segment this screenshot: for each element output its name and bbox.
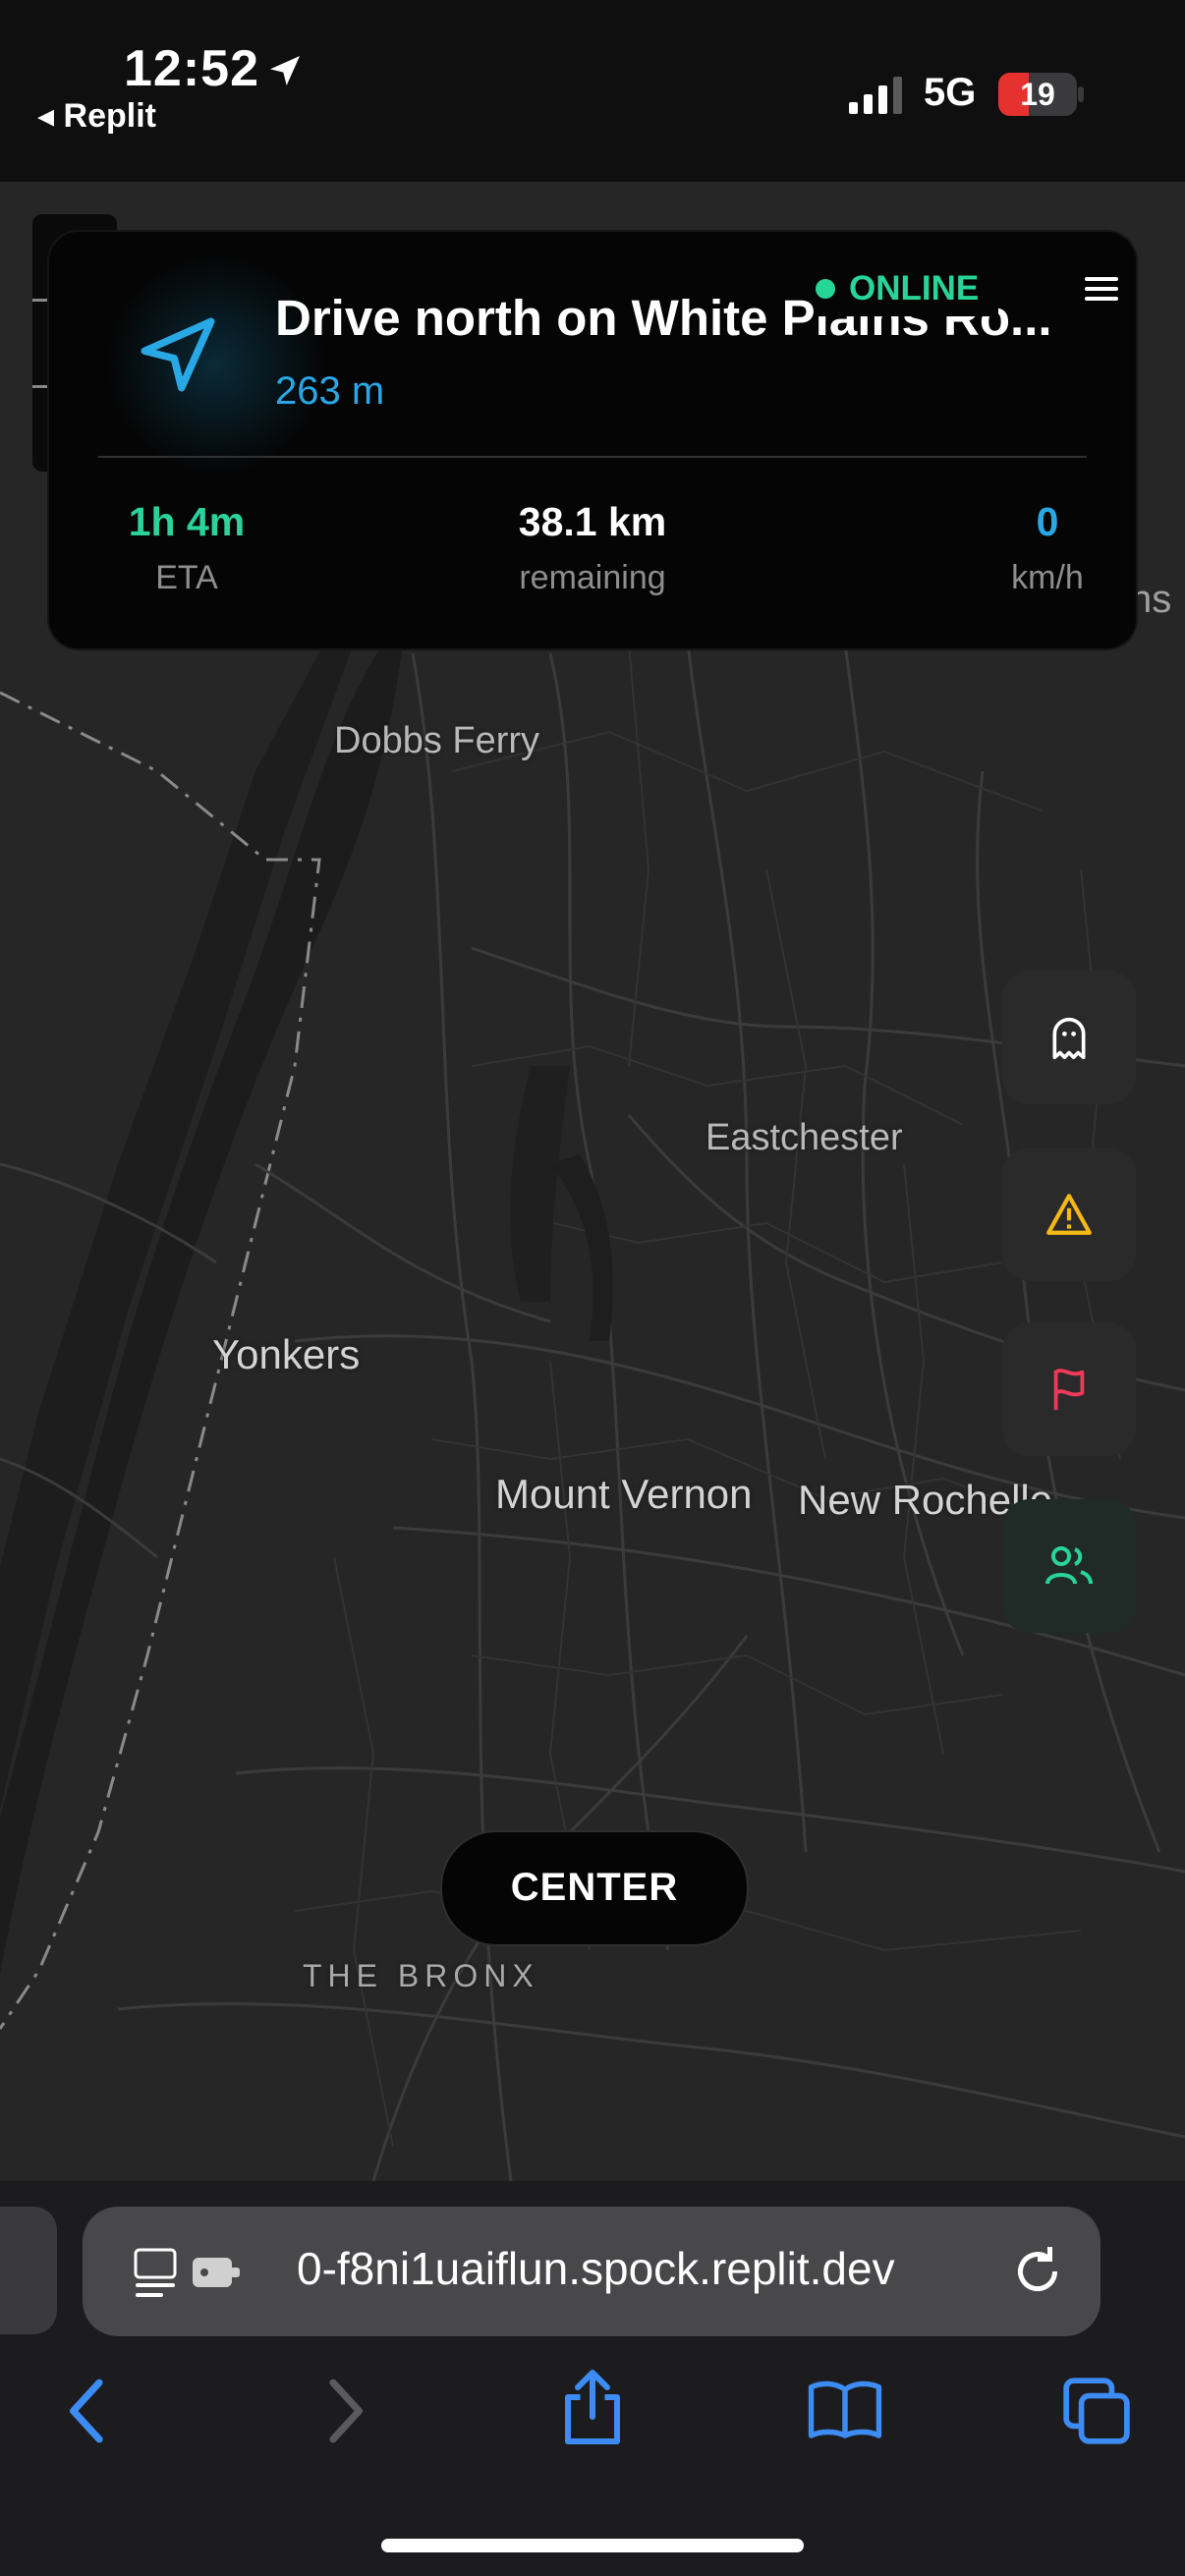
stat-remaining: 38.1 km remaining — [445, 499, 740, 597]
location-arrow-icon — [270, 56, 300, 85]
place-label-yonkers: Yonkers — [212, 1331, 361, 1377]
back-icon[interactable] — [63, 2376, 112, 2446]
battery-indicator: 19 — [998, 73, 1077, 116]
center-map-button[interactable]: CENTER — [440, 1830, 749, 1946]
previous-tab-preview[interactable] — [0, 2207, 57, 2334]
address-bar[interactable]: 0-f8ni1uaiflun.spock.replit.dev — [83, 2207, 1100, 2336]
back-to-app-link[interactable]: ◂ Replit — [37, 96, 156, 136]
place-label-eastchester: Eastchester — [705, 1117, 903, 1158]
tabs-icon[interactable] — [1061, 2376, 1132, 2446]
stat-speed-label: km/h — [1011, 559, 1084, 596]
menu-icon[interactable] — [1073, 261, 1128, 316]
zoom-divider — [32, 385, 50, 388]
place-label-dobbs-ferry: Dobbs Ferry — [334, 720, 540, 761]
ghost-mode-button[interactable] — [1002, 971, 1136, 1104]
stat-speed-value: 0 — [1036, 499, 1059, 544]
place-label-mount-vernon: Mount Vernon — [495, 1471, 753, 1517]
flag-icon — [1053, 1369, 1085, 1411]
report-hazard-button[interactable] — [1002, 1148, 1136, 1281]
forward-icon[interactable] — [320, 2376, 369, 2446]
flag-button[interactable] — [1002, 1322, 1136, 1456]
ghost-icon — [1052, 1017, 1086, 1059]
users-button[interactable] — [1002, 1499, 1136, 1633]
stat-remaining-value: 38.1 km — [518, 499, 667, 544]
navigation-card: Drive north on White Plains Ro... 263 m … — [49, 232, 1136, 648]
place-label-partial: ns — [1130, 578, 1172, 621]
warning-icon — [1046, 1194, 1092, 1235]
stat-remaining-label: remaining — [519, 559, 666, 596]
turn-distance: 263 m — [275, 369, 385, 413]
status-bar: 12:52 ◂ Replit 5G 19 — [0, 0, 1185, 182]
battery-percent: 19 — [1020, 77, 1055, 112]
stat-speed: 0 km/h — [979, 499, 1116, 597]
reload-icon[interactable] — [1008, 2242, 1067, 2301]
page-settings-icon[interactable] — [132, 2242, 250, 2301]
stat-eta-value: 1h 4m — [128, 499, 246, 544]
battery-cap — [1078, 86, 1084, 102]
nav-divider — [98, 456, 1087, 458]
url-text[interactable]: 0-f8ni1uaiflun.spock.replit.dev — [297, 2242, 985, 2295]
online-dot-icon — [816, 279, 835, 299]
cellular-signal-icon — [849, 77, 902, 114]
home-indicator[interactable] — [381, 2539, 804, 2552]
zoom-divider — [32, 299, 50, 302]
online-status-badge: ONLINE — [816, 261, 999, 316]
navigation-arrow-icon — [141, 317, 215, 392]
status-time: 12:52 — [124, 40, 259, 97]
share-icon[interactable] — [558, 2368, 627, 2446]
bookmarks-icon[interactable] — [806, 2378, 884, 2440]
stat-eta-label: ETA — [155, 559, 218, 596]
network-type: 5G — [924, 71, 977, 114]
stat-eta: 1h 4m ETA — [88, 499, 285, 597]
place-label-bronx: THE BRONX — [303, 1958, 539, 1993]
online-status-label: ONLINE — [849, 269, 980, 308]
users-icon — [1045, 1546, 1093, 1585]
